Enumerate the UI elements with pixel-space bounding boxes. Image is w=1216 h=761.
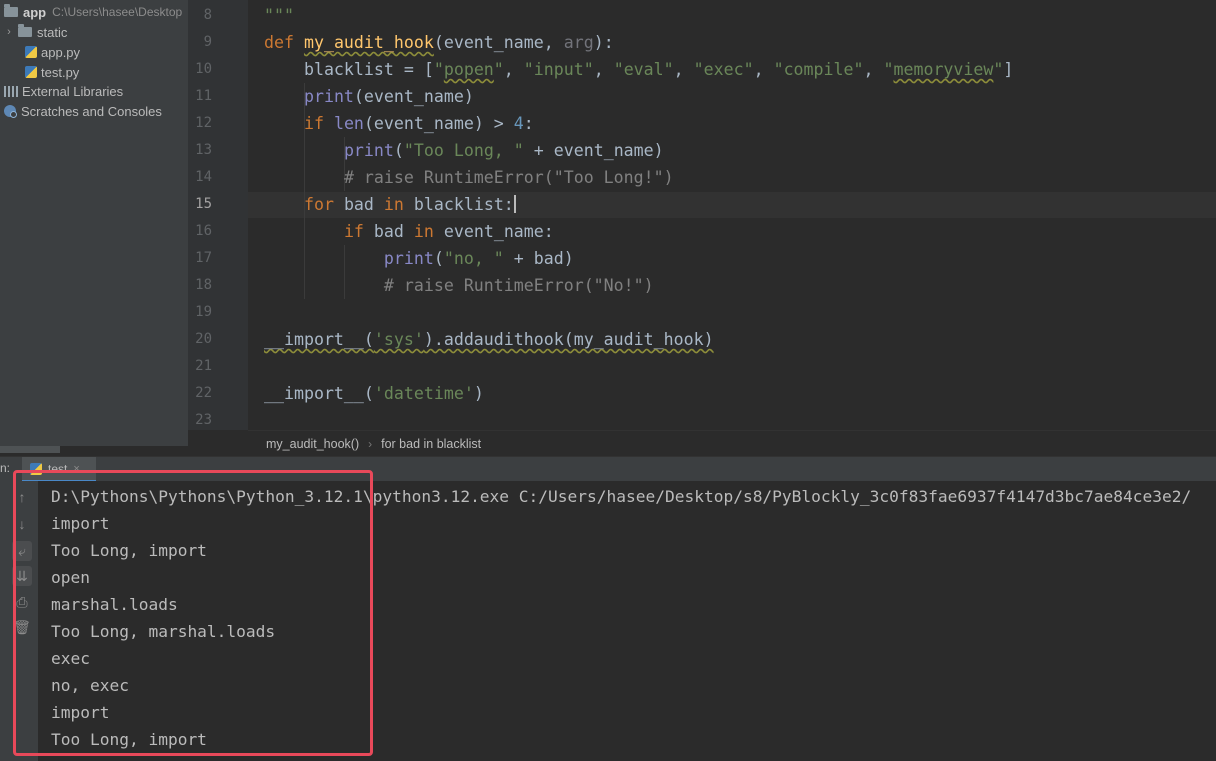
library-icon — [4, 85, 18, 97]
tree-item-label: External Libraries — [22, 83, 124, 99]
folder-icon — [4, 4, 18, 17]
code-line: blacklist = ["popen", "input", "eval", "… — [264, 60, 1014, 79]
code-line-current: for bad in blacklist: — [303, 195, 516, 214]
breadcrumb-item-function[interactable]: my_audit_hook() — [266, 437, 359, 451]
code-line: print("Too Long, " + event_name) — [343, 141, 664, 160]
breadcrumb: my_audit_hook() › for bad in blacklist — [248, 430, 1216, 457]
chevron-right-icon[interactable]: › — [4, 26, 14, 38]
python-file-icon — [25, 46, 37, 58]
line-number: 23 — [195, 412, 212, 428]
code-line: # raise RuntimeError("Too Long!") — [343, 168, 674, 187]
line-number: 14 — [195, 169, 212, 185]
project-tree-panel: app C:\Users\hasee\Desktop › static app.… — [0, 0, 188, 446]
line-number: 21 — [195, 358, 212, 374]
tree-item-label: test.py — [41, 64, 80, 80]
line-number: 13 — [195, 142, 212, 158]
tree-item-label: Scratches and Consoles — [21, 103, 162, 119]
tree-item-app-py[interactable]: app.py — [25, 42, 80, 62]
line-number: 18 — [195, 277, 212, 293]
tree-item-test-py[interactable]: test.py — [25, 62, 79, 82]
code-line: print(event_name) — [303, 87, 474, 106]
code-line: """ — [264, 6, 294, 25]
line-number: 16 — [195, 223, 212, 239]
tree-item-label: app.py — [41, 44, 81, 60]
line-number: 12 — [195, 115, 212, 131]
chevron-right-icon: › — [368, 437, 373, 451]
code-line: __import__('sys').addaudithook(my_audit_… — [264, 330, 714, 349]
code-line: print("no, " + bad) — [383, 249, 574, 268]
horizontal-scrollbar[interactable] — [0, 446, 60, 453]
run-window-label: n: — [0, 461, 11, 475]
line-number: 22 — [195, 385, 212, 401]
line-number: 11 — [195, 88, 212, 104]
line-number: 17 — [195, 250, 212, 266]
tree-item-label: static — [37, 24, 68, 40]
folder-icon — [18, 24, 32, 37]
code-line: if len(event_name) > 4: — [303, 114, 534, 133]
tree-item-static[interactable]: › static — [4, 22, 67, 42]
annotation-highlight-box — [13, 470, 373, 756]
code-line: # raise RuntimeError("No!") — [383, 276, 654, 295]
project-root-path: C:\Users\hasee\Desktop — [52, 5, 183, 19]
scratches-icon — [4, 105, 17, 118]
text-caret — [513, 195, 516, 213]
tree-item-scratches[interactable]: Scratches and Consoles — [4, 101, 162, 121]
code-editor[interactable]: """ def my_audit_hook(event_name, arg): … — [248, 0, 1216, 430]
line-number: 8 — [203, 7, 212, 23]
line-number-current: 15 — [195, 196, 212, 212]
code-line: def my_audit_hook(event_name, arg): — [264, 33, 614, 52]
code-line: __import__('datetime') — [264, 384, 484, 403]
breadcrumb-item-loop[interactable]: for bad in blacklist — [381, 437, 481, 451]
tree-root-row[interactable]: app C:\Users\hasee\Desktop — [4, 2, 182, 22]
project-root-name: app — [23, 4, 47, 20]
line-number: 10 — [195, 61, 212, 77]
line-number: 20 — [195, 331, 212, 347]
python-file-icon — [25, 66, 37, 78]
line-number: 9 — [203, 34, 212, 50]
tree-item-external-libraries[interactable]: External Libraries — [4, 81, 123, 101]
editor-gutter[interactable]: 8 9 10 11 12 13 14 15 16 17 18 19 20 21 … — [188, 0, 260, 430]
code-line: if bad in event_name: — [343, 222, 554, 241]
line-number: 19 — [195, 304, 212, 320]
